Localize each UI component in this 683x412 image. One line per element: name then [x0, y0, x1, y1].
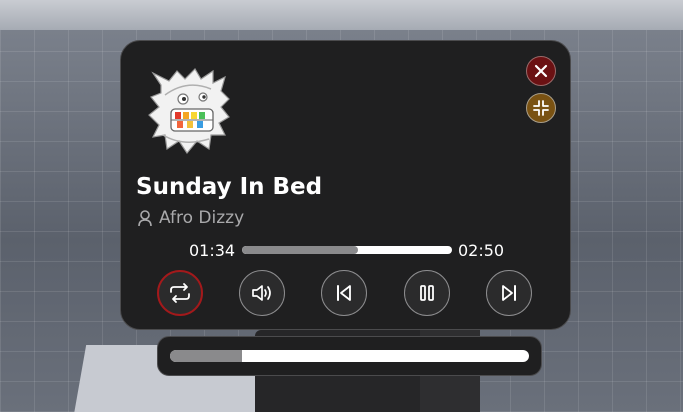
minimize-button[interactable]: [526, 93, 556, 123]
track-title: Sunday In Bed: [136, 174, 323, 200]
close-button[interactable]: [526, 56, 556, 86]
pause-button[interactable]: [404, 270, 450, 316]
close-icon: [534, 64, 548, 78]
repeat-icon: [170, 283, 190, 303]
volume-button[interactable]: [239, 270, 285, 316]
album-art: [148, 68, 230, 155]
repeat-button[interactable]: [157, 270, 203, 316]
speaker-icon: [252, 285, 271, 301]
music-player-panel: Sunday In Bed Afro Dizzy 01:34 02:50: [120, 40, 571, 330]
volume-slider[interactable]: [170, 350, 529, 362]
progress-fill: [242, 246, 358, 254]
minimize-icon: [533, 100, 549, 116]
pause-icon: [420, 285, 434, 301]
current-time: 01:34: [189, 241, 236, 260]
total-time: 02:50: [458, 241, 505, 260]
volume-fill: [170, 350, 242, 362]
next-button[interactable]: [486, 270, 532, 316]
skip-previous-icon: [337, 285, 351, 301]
previous-button[interactable]: [321, 270, 367, 316]
person-icon: [138, 209, 152, 226]
volume-panel: [157, 336, 542, 376]
progress-bar[interactable]: [242, 246, 452, 254]
artist-row: Afro Dizzy: [138, 208, 244, 228]
skip-next-icon: [502, 285, 516, 301]
artist-name: Afro Dizzy: [159, 208, 245, 228]
